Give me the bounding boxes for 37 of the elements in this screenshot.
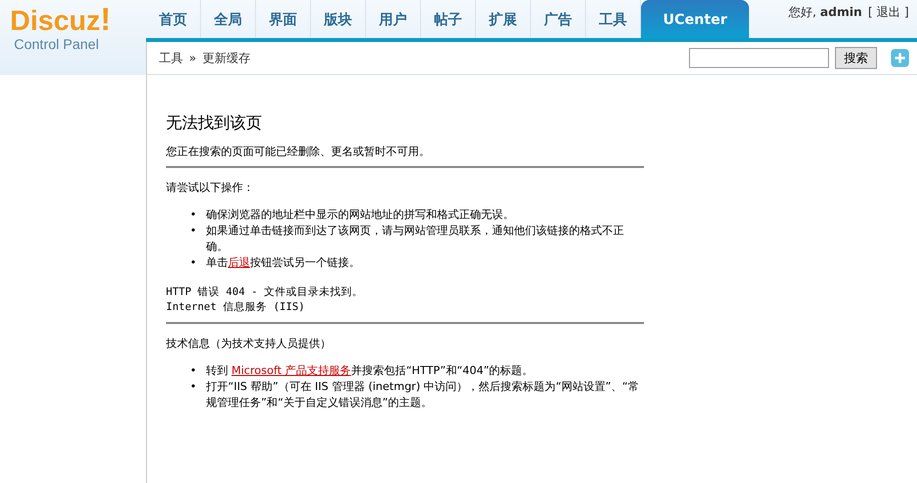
error-title: 无法找到该页: [166, 113, 263, 134]
nav-tab[interactable]: 首页: [146, 0, 201, 38]
help-link[interactable]: Microsoft 产品支持服务: [232, 364, 352, 377]
nav-tab[interactable]: 用户: [366, 0, 421, 38]
greeting: 您好, admin: [788, 4, 862, 21]
nav-tab[interactable]: 版块: [311, 0, 366, 38]
list-item: 如果通过单击链接而到达了该网页，请与网站管理员联系，通知他们该链接的格式不正确。: [206, 223, 625, 255]
nav-tab[interactable]: 界面: [256, 0, 311, 38]
section-heading: 技术信息（为技术支持人员提供）: [166, 336, 332, 351]
bullet: •: [190, 207, 198, 223]
help-link[interactable]: 后退: [228, 256, 250, 269]
logo-subtitle: Control Panel: [14, 36, 100, 52]
bullet: •: [190, 255, 198, 271]
search-field[interactable]: [689, 48, 829, 68]
list-item: 转到 Microsoft 产品支持服务并搜索包括“HTTP”和“404”的标题。: [206, 363, 534, 379]
bullet: •: [190, 223, 198, 239]
breadcrumb-separator: »: [189, 51, 196, 65]
logout-link[interactable]: [ 退出 ]: [868, 4, 909, 21]
add-icon[interactable]: [891, 49, 909, 67]
nav-tab[interactable]: 帖子: [421, 0, 476, 38]
list-item: 确保浏览器的地址栏中显示的网站地址的拼写和格式正确无误。: [206, 207, 515, 223]
list-item: 单击后退按钮尝试另一个链接。: [206, 255, 361, 271]
bullet: •: [190, 379, 198, 395]
error-message: 您正在搜索的页面可能已经删除、更名或暂时不可用。: [166, 144, 431, 159]
nav-tab[interactable]: 扩展: [476, 0, 531, 38]
error-code-line: Internet 信息服务 (IIS): [166, 300, 306, 315]
nav-tab[interactable]: 全局: [201, 0, 256, 38]
bullet: •: [190, 363, 198, 379]
breadcrumb-link[interactable]: 工具: [159, 50, 183, 66]
breadcrumb-current: 更新缓存: [202, 50, 250, 66]
logo-title: Discuz!: [10, 4, 111, 36]
nav-tab[interactable]: 广告: [531, 0, 586, 38]
error-code-line: HTTP 错误 404 - 文件或目录未找到。: [166, 285, 364, 300]
search-button[interactable]: 搜索: [835, 47, 877, 69]
nav-tab[interactable]: UCenter: [641, 0, 750, 38]
list-item: 打开“IIS 帮助”（可在 IIS 管理器 (inetmgr) 中访问），然后搜索标题为“网站设置”、“常规管理任务”和“关于自定义错误消息”的主题。: [206, 379, 640, 411]
section-heading: 请尝试以下操作：: [166, 180, 255, 195]
